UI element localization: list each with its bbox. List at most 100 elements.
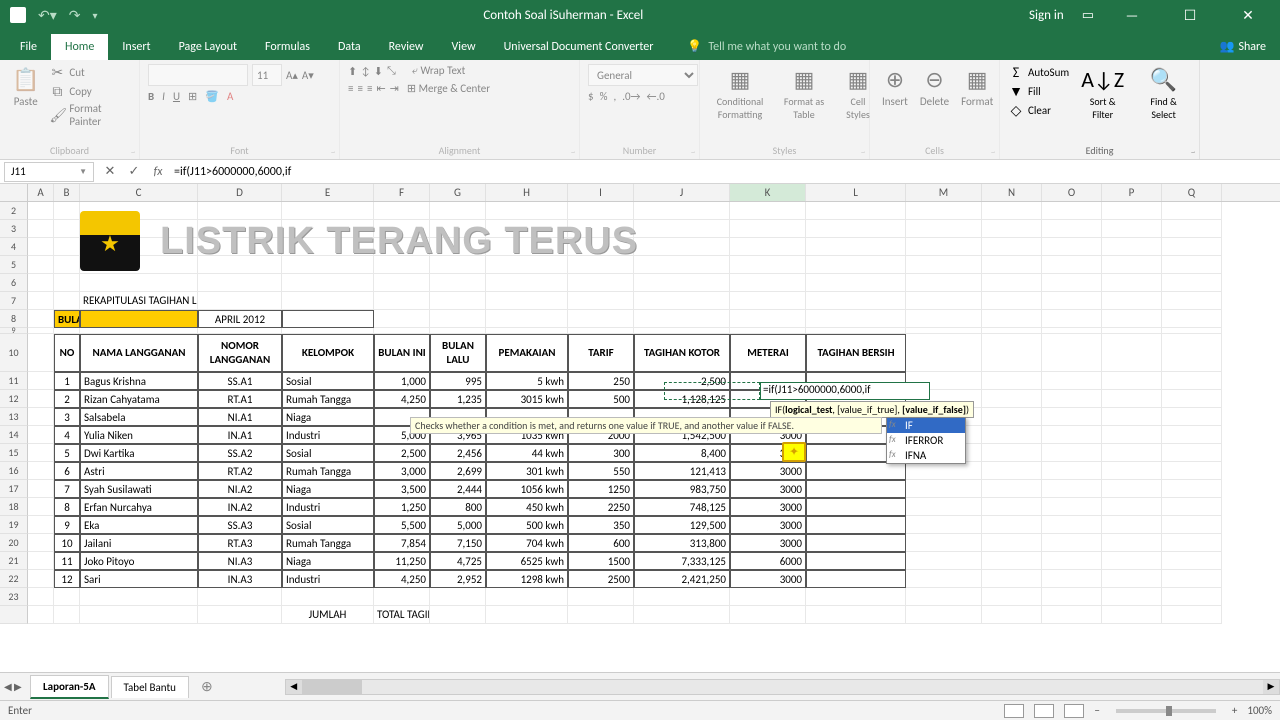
- cell[interactable]: [1162, 220, 1222, 238]
- cell[interactable]: [282, 292, 374, 310]
- col-P[interactable]: P: [1102, 184, 1162, 201]
- cell[interactable]: 8: [54, 498, 80, 516]
- cell[interactable]: Rizan Cahyatama: [80, 390, 198, 408]
- currency-icon[interactable]: $: [588, 90, 594, 103]
- tab-home[interactable]: Home: [51, 34, 108, 60]
- row-header[interactable]: 23: [0, 588, 28, 606]
- cell[interactable]: [198, 588, 282, 606]
- cell[interactable]: [806, 202, 906, 220]
- cell[interactable]: [1102, 552, 1162, 570]
- cell[interactable]: Salsabela: [80, 408, 198, 426]
- cell[interactable]: [374, 310, 430, 328]
- cell[interactable]: [54, 202, 80, 220]
- cell[interactable]: [1162, 498, 1222, 516]
- col-A[interactable]: A: [28, 184, 54, 201]
- cell[interactable]: [806, 256, 906, 274]
- cell[interactable]: Rumah Tangga: [282, 462, 374, 480]
- row-header[interactable]: 11: [0, 372, 28, 390]
- dropdown-item-if[interactable]: IF: [887, 418, 965, 433]
- cell[interactable]: [906, 220, 982, 238]
- cell[interactable]: [730, 292, 806, 310]
- cell[interactable]: [906, 310, 982, 328]
- tab-udc[interactable]: Universal Document Converter: [490, 34, 668, 60]
- delete-cells-button[interactable]: ⊖Delete: [916, 64, 953, 110]
- cell[interactable]: [28, 372, 54, 390]
- cell[interactable]: [1102, 274, 1162, 292]
- zoom-in-button[interactable]: +: [1232, 704, 1237, 717]
- cell[interactable]: [982, 256, 1042, 274]
- cell[interactable]: 300: [568, 444, 634, 462]
- zoom-out-button[interactable]: −: [1094, 704, 1099, 717]
- tab-insert[interactable]: Insert: [108, 34, 164, 60]
- cell[interactable]: [1162, 408, 1222, 426]
- cell[interactable]: Industri: [282, 570, 374, 588]
- col-F[interactable]: F: [374, 184, 430, 201]
- format-painter-button[interactable]: 🖌Format Painter: [49, 102, 131, 128]
- cell[interactable]: [634, 310, 730, 328]
- cell[interactable]: [1162, 516, 1222, 534]
- cell[interactable]: [906, 238, 982, 256]
- cell[interactable]: [906, 552, 982, 570]
- cell[interactable]: [982, 202, 1042, 220]
- cell[interactable]: [1162, 480, 1222, 498]
- cell[interactable]: [430, 310, 486, 328]
- cell[interactable]: [1042, 570, 1102, 588]
- cell[interactable]: [282, 588, 374, 606]
- number-format-select[interactable]: General: [588, 64, 698, 86]
- cell[interactable]: 5 kwh: [486, 372, 568, 390]
- cell[interactable]: [1162, 390, 1222, 408]
- inc-decimal-icon[interactable]: .0→: [622, 90, 640, 103]
- cell[interactable]: [982, 462, 1042, 480]
- ribbon-display-icon[interactable]: ▭: [1082, 8, 1094, 23]
- cell[interactable]: [806, 516, 906, 534]
- cell[interactable]: Sosial: [282, 516, 374, 534]
- cell[interactable]: 3000: [730, 462, 806, 480]
- tab-view[interactable]: View: [438, 34, 490, 60]
- cell[interactable]: 301 kwh: [486, 462, 568, 480]
- cell[interactable]: 1,235: [430, 390, 486, 408]
- cut-button[interactable]: ✂Cut: [49, 64, 131, 81]
- cell[interactable]: NI.A2: [198, 480, 282, 498]
- cell[interactable]: [28, 498, 54, 516]
- cell[interactable]: [54, 274, 80, 292]
- format-table-button[interactable]: ▦Format as Table: [776, 64, 832, 123]
- cell[interactable]: [906, 570, 982, 588]
- cell[interactable]: 8,400: [634, 444, 730, 462]
- col-C[interactable]: C: [80, 184, 198, 201]
- comma-icon[interactable]: ,: [613, 90, 616, 103]
- tab-formulas[interactable]: Formulas: [251, 34, 324, 60]
- cell[interactable]: REKAPITULASI TAGIHAN LISTRIK: [80, 292, 198, 310]
- cell[interactable]: [1102, 310, 1162, 328]
- cell[interactable]: [28, 462, 54, 480]
- cell[interactable]: [430, 292, 486, 310]
- cell[interactable]: [28, 390, 54, 408]
- cell[interactable]: 3,000: [374, 462, 430, 480]
- cell[interactable]: 995: [430, 372, 486, 390]
- fill-color-button[interactable]: 🪣: [205, 90, 219, 103]
- cell[interactable]: [1162, 426, 1222, 444]
- cell[interactable]: [1102, 256, 1162, 274]
- cell[interactable]: [568, 310, 634, 328]
- cell[interactable]: [430, 588, 486, 606]
- save-icon[interactable]: [10, 7, 26, 23]
- cell[interactable]: [1102, 444, 1162, 462]
- cell[interactable]: [28, 552, 54, 570]
- cell[interactable]: RT.A2: [198, 462, 282, 480]
- row-header[interactable]: 21: [0, 552, 28, 570]
- cell[interactable]: Syah Susilawati: [80, 480, 198, 498]
- cell[interactable]: Sosial: [282, 372, 374, 390]
- cell[interactable]: [430, 274, 486, 292]
- cell[interactable]: [198, 274, 282, 292]
- cell[interactable]: [1162, 310, 1222, 328]
- border-button[interactable]: ⊞: [188, 90, 197, 103]
- align-center-icon[interactable]: ≡: [357, 82, 362, 95]
- cell[interactable]: [806, 292, 906, 310]
- close-button[interactable]: ✕: [1228, 7, 1268, 24]
- cell[interactable]: [28, 408, 54, 426]
- cell[interactable]: 2,444: [430, 480, 486, 498]
- zoom-slider[interactable]: [1116, 709, 1216, 713]
- row-header[interactable]: 19: [0, 516, 28, 534]
- col-M[interactable]: M: [906, 184, 982, 201]
- cell[interactable]: [1042, 292, 1102, 310]
- signin-link[interactable]: Sign in: [1029, 8, 1064, 23]
